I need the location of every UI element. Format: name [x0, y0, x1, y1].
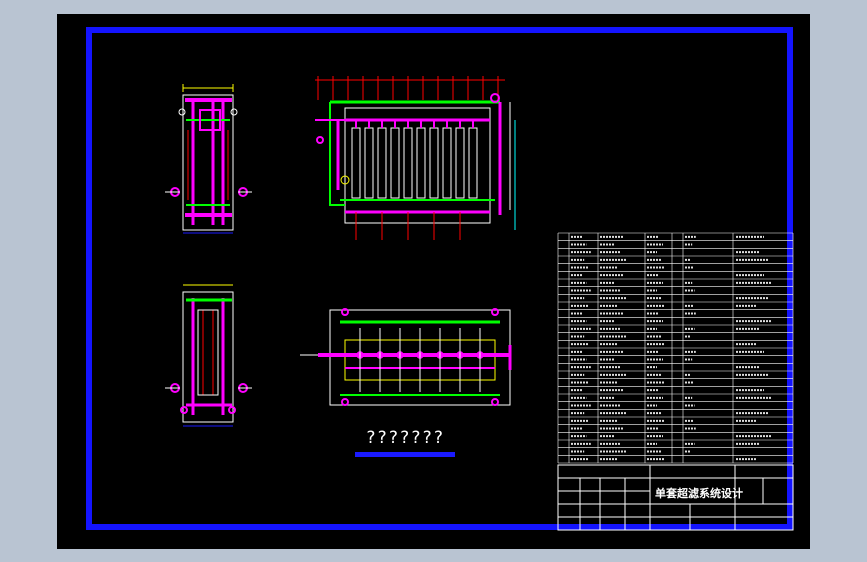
cad-drawing: [165, 76, 794, 531]
title-block-drawing-name: 单套超滤系统设计: [655, 487, 743, 500]
side-elevation-top: [165, 84, 252, 234]
parts-list-table: [557, 232, 794, 464]
drawing-caption: ???????: [365, 428, 445, 448]
plan-view: [300, 308, 512, 406]
front-elevation-top: [315, 76, 516, 240]
side-elevation-bottom: [165, 284, 252, 427]
caption-underline: [355, 452, 455, 457]
